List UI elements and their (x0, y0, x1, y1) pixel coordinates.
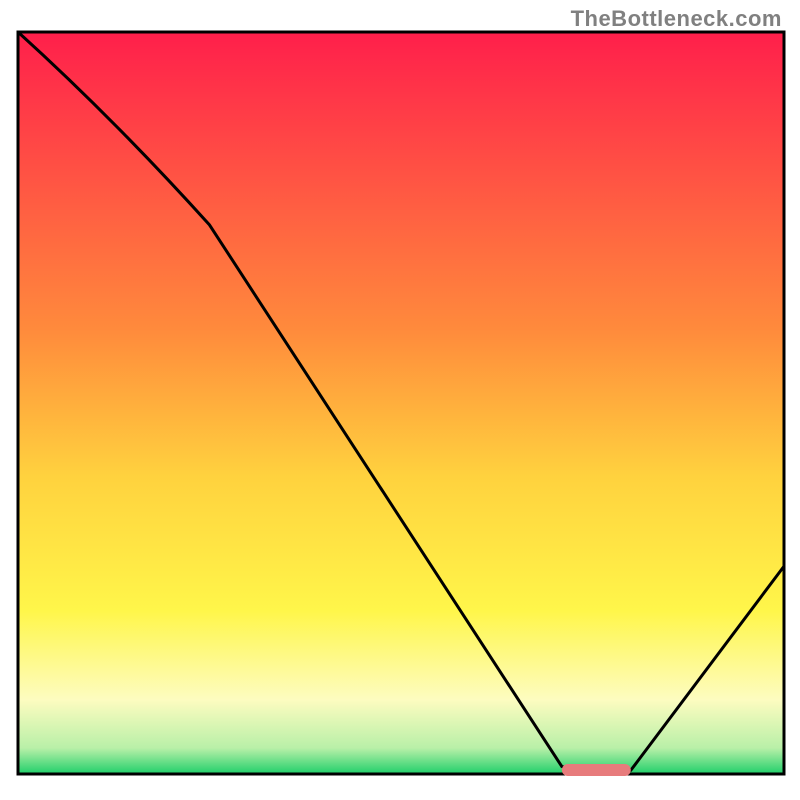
watermark-text: TheBottleneck.com (571, 6, 782, 32)
chart-svg (0, 0, 800, 800)
optimal-zone-marker (562, 764, 631, 776)
chart-container: TheBottleneck.com (0, 0, 800, 800)
